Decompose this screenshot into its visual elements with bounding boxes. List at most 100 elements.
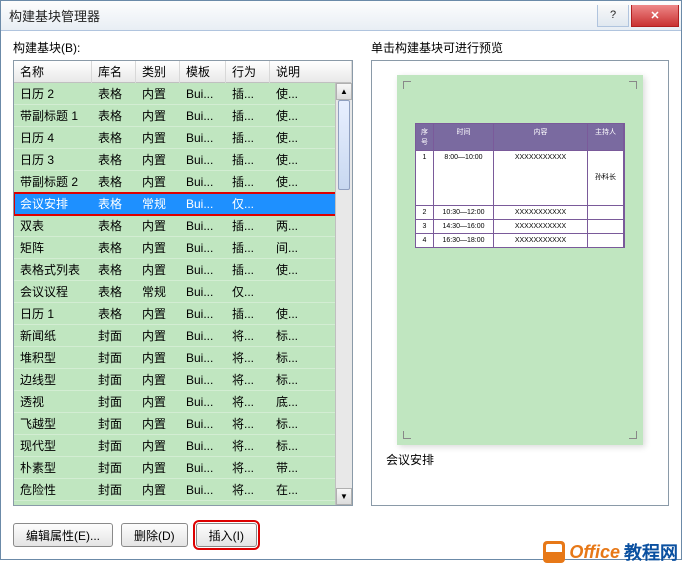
insert-button[interactable]: 插入(I) — [196, 523, 257, 547]
pv-col-host: 主持人 — [588, 124, 624, 150]
table-row[interactable]: 运动型封面内置Bui...将...标... — [14, 501, 352, 505]
table-row[interactable]: 带副标题 1表格内置Bui...插...使... — [14, 105, 352, 127]
cell-name: 透视 — [14, 393, 92, 410]
cell-name: 日历 4 — [14, 129, 92, 146]
cell-tpl: Bui... — [180, 395, 226, 409]
office-logo-icon — [543, 541, 565, 563]
cell-cat: 内置 — [136, 371, 180, 388]
scroll-down-button[interactable]: ▼ — [336, 488, 352, 505]
cell-lib: 封面 — [92, 327, 136, 344]
cell-lib: 表格 — [92, 151, 136, 168]
cell-lib: 封面 — [92, 349, 136, 366]
col-description[interactable]: 说明 — [270, 60, 352, 83]
cell-lib: 表格 — [92, 261, 136, 278]
table-row[interactable]: 带副标题 2表格内置Bui...插...使... — [14, 171, 352, 193]
cell-tpl: Bui... — [180, 285, 226, 299]
cell-lib: 表格 — [92, 305, 136, 322]
cell-name: 现代型 — [14, 437, 92, 454]
watermark: Office教程网 — [543, 539, 678, 565]
cell-tpl: Bui... — [180, 373, 226, 387]
table-header: 名称 库名 类别 模板 行为 说明 — [14, 61, 352, 83]
cell-act: 插... — [226, 151, 270, 168]
cell-tpl: Bui... — [180, 87, 226, 101]
table-row[interactable]: 双表表格内置Bui...插...两... — [14, 215, 352, 237]
table-row[interactable]: 会议安排表格常规Bui...仅... — [14, 193, 352, 215]
cell-act: 将... — [226, 327, 270, 344]
cell-cat: 内置 — [136, 481, 180, 498]
cell-tpl: Bui... — [180, 131, 226, 145]
delete-button[interactable]: 删除(D) — [121, 523, 188, 547]
table-row[interactable]: 危险性封面内置Bui...将...在... — [14, 479, 352, 501]
cell-cat: 内置 — [136, 415, 180, 432]
scrollbar[interactable]: ▲ ▼ — [335, 83, 352, 505]
table-row[interactable]: 边线型封面内置Bui...将...标... — [14, 369, 352, 391]
watermark-brand1: Office — [569, 542, 620, 563]
table-row[interactable]: 日历 4表格内置Bui...插...使... — [14, 127, 352, 149]
preview-label: 单击构建基块可进行预览 — [371, 39, 669, 56]
cell-name: 会议安排 — [14, 195, 92, 212]
table-row[interactable]: 表格式列表表格内置Bui...插...使... — [14, 259, 352, 281]
cell-lib: 封面 — [92, 371, 136, 388]
crop-mark-tl — [403, 81, 411, 89]
col-category[interactable]: 类别 — [136, 60, 180, 83]
building-blocks-organizer-dialog: 构建基块管理器 ? ✕ 构建基块(B): 名称 库名 类别 模板 行为 说明 日… — [0, 0, 682, 560]
cell-name: 日历 1 — [14, 305, 92, 322]
cell-act: 仅... — [226, 283, 270, 300]
cell-act: 插... — [226, 261, 270, 278]
cell-name: 危险性 — [14, 481, 92, 498]
table-body[interactable]: 日历 2表格内置Bui...插...使...带副标题 1表格内置Bui...插.… — [14, 83, 352, 505]
cell-lib: 封面 — [92, 415, 136, 432]
table-row[interactable]: 日历 2表格内置Bui...插...使... — [14, 83, 352, 105]
col-name[interactable]: 名称 — [14, 60, 92, 83]
cell-name: 会议议程 — [14, 283, 92, 300]
cell-tpl: Bui... — [180, 505, 226, 506]
cell-cat: 内置 — [136, 239, 180, 256]
pv-col-index: 序号 — [416, 124, 434, 150]
close-button[interactable]: ✕ — [631, 5, 679, 27]
scroll-up-button[interactable]: ▲ — [336, 83, 352, 100]
table-row[interactable]: 堆积型封面内置Bui...将...标... — [14, 347, 352, 369]
preview-table: 序号 时间 内容 主持人 18:00—10:00XXXXXXXXXXX孙科长21… — [415, 123, 625, 248]
col-template[interactable]: 模板 — [180, 60, 226, 83]
cell-cat: 内置 — [136, 349, 180, 366]
cell-tpl: Bui... — [180, 329, 226, 343]
table-row[interactable]: 日历 3表格内置Bui...插...使... — [14, 149, 352, 171]
cell-act: 插... — [226, 85, 270, 102]
title-bar[interactable]: 构建基块管理器 ? ✕ — [1, 1, 681, 31]
scroll-thumb[interactable] — [338, 100, 350, 190]
col-behavior[interactable]: 行为 — [226, 60, 270, 83]
table-row[interactable]: 矩阵表格内置Bui...插...间... — [14, 237, 352, 259]
cell-tpl: Bui... — [180, 241, 226, 255]
cell-act: 仅... — [226, 195, 270, 212]
table-row[interactable]: 会议议程表格常规Bui...仅... — [14, 281, 352, 303]
cell-tpl: Bui... — [180, 263, 226, 277]
cell-act: 将... — [226, 503, 270, 505]
cell-cat: 内置 — [136, 437, 180, 454]
cell-act: 插... — [226, 305, 270, 322]
cell-name: 运动型 — [14, 503, 92, 505]
cell-tpl: Bui... — [180, 109, 226, 123]
table-row[interactable]: 飞越型封面内置Bui...将...标... — [14, 413, 352, 435]
cell-cat: 内置 — [136, 151, 180, 168]
cell-tpl: Bui... — [180, 417, 226, 431]
crop-mark-bl — [403, 431, 411, 439]
cell-tpl: Bui... — [180, 439, 226, 453]
dialog-title: 构建基块管理器 — [9, 6, 595, 25]
cell-name: 日历 3 — [14, 151, 92, 168]
edit-properties-button[interactable]: 编辑属性(E)... — [13, 523, 113, 547]
help-button[interactable]: ? — [597, 5, 629, 27]
cell-tpl: Bui... — [180, 153, 226, 167]
table-row[interactable]: 朴素型封面内置Bui...将...带... — [14, 457, 352, 479]
cell-name: 堆积型 — [14, 349, 92, 366]
preview-row: 18:00—10:00XXXXXXXXXXX孙科长 — [416, 150, 624, 205]
cell-name: 朴素型 — [14, 459, 92, 476]
table-row[interactable]: 新闻纸封面内置Bui...将...标... — [14, 325, 352, 347]
table-row[interactable]: 透视封面内置Bui...将...底... — [14, 391, 352, 413]
table-row[interactable]: 日历 1表格内置Bui...插...使... — [14, 303, 352, 325]
col-gallery[interactable]: 库名 — [92, 60, 136, 83]
cell-lib: 表格 — [92, 107, 136, 124]
table-row[interactable]: 现代型封面内置Bui...将...标... — [14, 435, 352, 457]
cell-act: 将... — [226, 481, 270, 498]
cell-tpl: Bui... — [180, 351, 226, 365]
cell-tpl: Bui... — [180, 175, 226, 189]
